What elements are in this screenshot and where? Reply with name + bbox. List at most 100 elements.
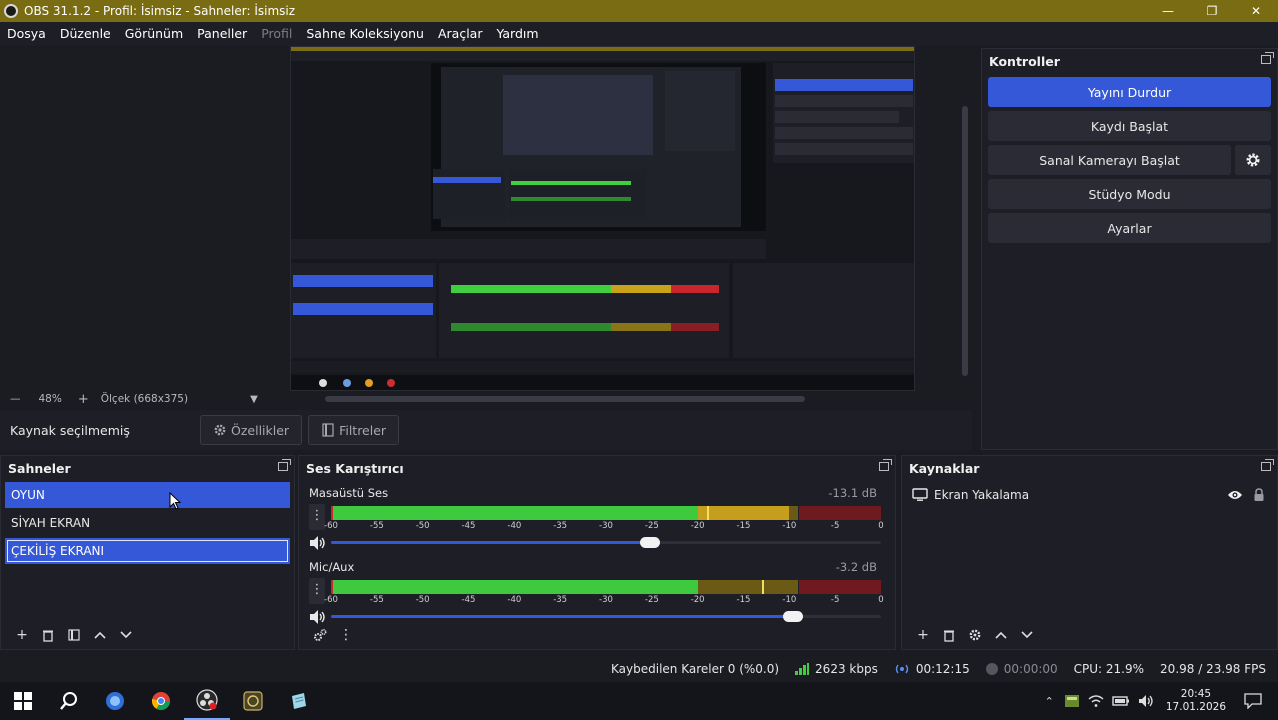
meter-tick-label: -30 [599,595,613,605]
battery-icon[interactable] [1112,695,1130,707]
taskbar-app-1[interactable] [92,682,138,720]
scenes-dock-title: Sahneler [1,456,294,480]
volume-slider[interactable] [331,537,881,548]
filters-button[interactable]: Filtreler [308,415,400,445]
undock-icon[interactable] [879,459,892,471]
monitor-icon [912,488,928,501]
notification-icon[interactable] [1244,693,1262,709]
channel-name: Mic/Aux [309,560,355,574]
menu-gorunum[interactable]: Görünüm [118,22,190,46]
volume-slider-handle[interactable] [640,537,660,548]
settings-button[interactable]: Ayarlar [988,213,1271,243]
tray-app-icon[interactable] [1064,694,1080,708]
meter-tick-label: -60 [324,595,338,605]
close-button[interactable]: ✕ [1234,0,1278,22]
properties-button[interactable]: Özellikler [200,415,303,445]
scene-item-siyah-ekran[interactable]: SİYAH EKRAN [5,510,290,536]
preview-area[interactable] [0,46,975,408]
start-virtual-camera-button[interactable]: Sanal Kamerayı Başlat [988,145,1231,175]
scene-filters-button[interactable] [61,629,87,641]
zoom-level: 48% [38,393,62,405]
wifi-icon[interactable] [1088,694,1104,708]
scene-item-oyun[interactable]: OYUN [5,482,290,508]
stop-stream-button[interactable]: Yayını Durdur [988,77,1271,107]
menu-araclar[interactable]: Araçlar [431,22,490,46]
zoom-in-button[interactable]: + [78,392,89,407]
source-context-bar: Kaynak seçilmemiş Özellikler Filtreler [0,410,972,450]
channel-menu-button[interactable]: ⋮ [309,578,325,604]
undock-icon[interactable] [278,459,291,471]
preview-horizontal-scrollbar[interactable] [325,396,805,402]
preview-canvas[interactable] [290,46,915,391]
undock-icon[interactable] [1261,459,1274,471]
meter-level [331,580,698,594]
studio-mode-button[interactable]: Stüdyo Modu [988,179,1271,209]
add-scene-button[interactable]: + [9,627,35,643]
obs-logo-icon [4,4,18,18]
meter-clip-marker [331,580,333,594]
bitrate-value: 2623 kbps [815,661,878,676]
advanced-audio-settings-button[interactable] [307,628,333,642]
meter-tick-label: -50 [415,595,430,605]
scene-item-cekilis-ekrani[interactable]: ÇEKİLİŞ EKRANI [5,538,290,564]
menu-sahne-koleksiyonu[interactable]: Sahne Koleksiyonu [299,22,431,46]
meter-peak [706,506,709,520]
mouse-cursor-icon [169,492,182,510]
bitrate-indicator: 2623 kbps [795,662,878,676]
menu-yardim[interactable]: Yardım [489,22,545,46]
menu-duzenle[interactable]: Düzenle [53,22,118,46]
move-scene-down-button[interactable] [113,631,139,639]
remove-source-button[interactable] [936,629,962,642]
zoom-out-button[interactable]: — [10,393,21,405]
taskbar-app-notes[interactable] [276,682,322,720]
taskbar-obs[interactable] [184,682,230,720]
source-properties-button[interactable] [962,628,988,642]
windows-taskbar: ⌃ 20:45 17.01.2026 [0,682,1278,720]
sources-title: Kaynaklar [909,460,980,476]
preview-vertical-scrollbar[interactable] [962,106,968,376]
volume-slider[interactable] [331,611,881,622]
add-source-button[interactable]: + [910,627,936,643]
gears-icon [314,628,327,641]
start-record-button[interactable]: Kaydı Başlat [988,111,1271,141]
unlock-icon[interactable] [1253,488,1265,502]
volume-icon[interactable] [1138,694,1154,708]
trash-icon [43,630,53,642]
source-item-ekran-yakalama[interactable]: Ekran Yakalama [902,483,1277,507]
scene-item-label: SİYAH EKRAN [11,516,91,530]
virtual-camera-settings-button[interactable] [1235,145,1271,175]
channel-menu-button[interactable]: ⋮ [309,504,325,530]
move-source-up-button[interactable] [988,631,1014,639]
menu-paneller[interactable]: Paneller [190,22,254,46]
taskbar-clock[interactable]: 20:45 17.01.2026 [1166,688,1226,714]
minimize-button[interactable]: — [1146,0,1190,22]
scale-dropdown-icon[interactable]: ▼ [250,394,258,405]
taskbar-chrome[interactable] [138,682,184,720]
meter-zone [798,580,881,594]
fps-counter: 20.98 / 23.98 FPS [1160,661,1266,676]
mixer-title: Ses Karıştırıcı [306,460,404,476]
channel-db: -3.2 dB [835,560,877,574]
meter-tick-label: 0 [878,595,884,605]
undock-icon[interactable] [1261,52,1274,64]
speaker-icon[interactable] [309,534,325,552]
mixer-menu-button[interactable]: ⋮ [333,627,359,643]
move-source-down-button[interactable] [1014,631,1040,639]
sources-dock: Kaynaklar Ekran Yakalama + [901,455,1278,650]
eye-icon[interactable] [1227,489,1243,501]
volume-slider-fill [331,615,793,618]
move-scene-up-button[interactable] [87,631,113,639]
gear-icon [1246,153,1260,167]
tray-overflow-icon[interactable]: ⌃ [1045,695,1054,708]
taskbar-app-game[interactable] [230,682,276,720]
status-bar: Kaybedilen Kareler 0 (%0.0) 2623 kbps 00… [0,655,1278,682]
obs-icon [196,689,218,711]
meter-peak [761,580,764,594]
menu-profil[interactable]: Profil [254,22,299,46]
start-button[interactable] [0,682,46,720]
remove-scene-button[interactable] [35,629,61,642]
meter-tick-label: -30 [599,521,613,531]
search-button[interactable] [46,682,92,720]
menu-dosya[interactable]: Dosya [0,22,53,46]
maximize-button[interactable]: ❐ [1190,0,1234,22]
